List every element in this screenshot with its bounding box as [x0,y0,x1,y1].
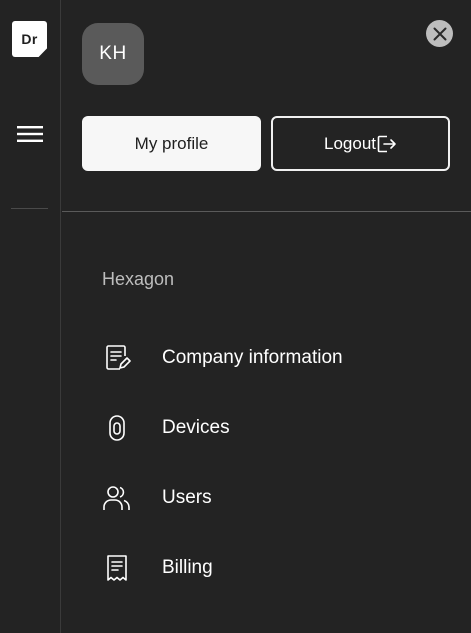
menu-item-company-information[interactable]: Company information [62,323,471,393]
logout-button-label: Logout [324,133,376,153]
organization-name: Hexagon [102,269,175,289]
avatar[interactable]: KH [82,23,144,85]
users-icon [102,483,132,513]
logout-button[interactable]: Logout [271,116,450,171]
device-icon [102,413,132,443]
receipt-icon [102,553,132,583]
logout-icon [377,135,396,152]
left-rail: Dr [0,0,61,633]
my-profile-button-label: My profile [134,133,209,153]
close-button[interactable] [426,20,453,47]
account-panel: KH My profile Logout Hexagon Company inf… [62,0,471,633]
document-edit-icon [102,343,132,373]
rail-divider [11,208,48,209]
menu-item-devices[interactable]: Devices [62,393,471,463]
app-logo[interactable]: Dr [12,21,47,57]
menu-item-label: Devices [162,417,230,438]
menu-item-billing[interactable]: Billing [62,533,471,603]
settings-menu: Company information Devices Users Billin… [62,323,471,603]
my-profile-button[interactable]: My profile [82,116,261,171]
menu-item-users[interactable]: Users [62,463,471,533]
menu-item-label: Users [162,487,212,508]
menu-item-label: Company information [162,347,343,368]
hamburger-icon[interactable] [17,124,43,144]
panel-divider [62,211,471,212]
app-window: Dr KH My profile Logout Hexagon Company … [0,0,471,633]
menu-item-label: Billing [162,557,213,578]
close-icon [433,27,446,40]
